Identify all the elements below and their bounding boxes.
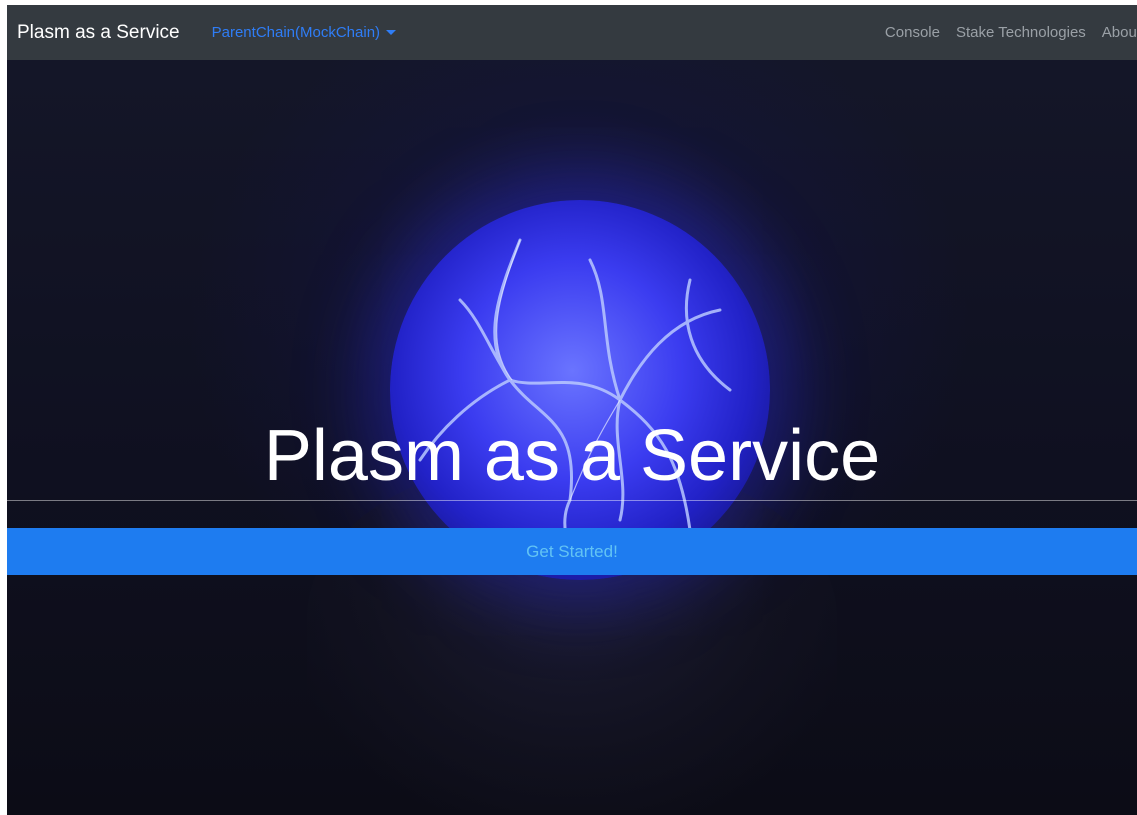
caret-down-icon (386, 30, 397, 35)
parent-chain-label: ParentChain(MockChain) (211, 24, 381, 41)
get-started-button[interactable]: Get Started! (7, 528, 1137, 575)
hero-title: Plasm as a Service (263, 416, 881, 496)
brand-link[interactable]: Plasm as a Service (17, 22, 180, 44)
app-window: Plasm as a Service ParentChain(MockChain… (7, 5, 1137, 815)
nav-link-console[interactable]: Console (885, 24, 940, 41)
top-navbar: Plasm as a Service ParentChain(MockChain… (7, 5, 1137, 60)
parent-chain-dropdown[interactable]: ParentChain(MockChain) (211, 24, 397, 41)
hero-divider (7, 500, 1137, 501)
nav-link-stake-technologies[interactable]: Stake Technologies (956, 24, 1086, 41)
plasma-lightning-icon (418, 238, 732, 572)
plasma-globe-image (390, 200, 770, 580)
hero-section: Plasm as a Service Get Started! (7, 60, 1137, 815)
nav-links: Console Stake Technologies About (869, 5, 1137, 60)
nav-link-about[interactable]: About (1102, 24, 1137, 41)
